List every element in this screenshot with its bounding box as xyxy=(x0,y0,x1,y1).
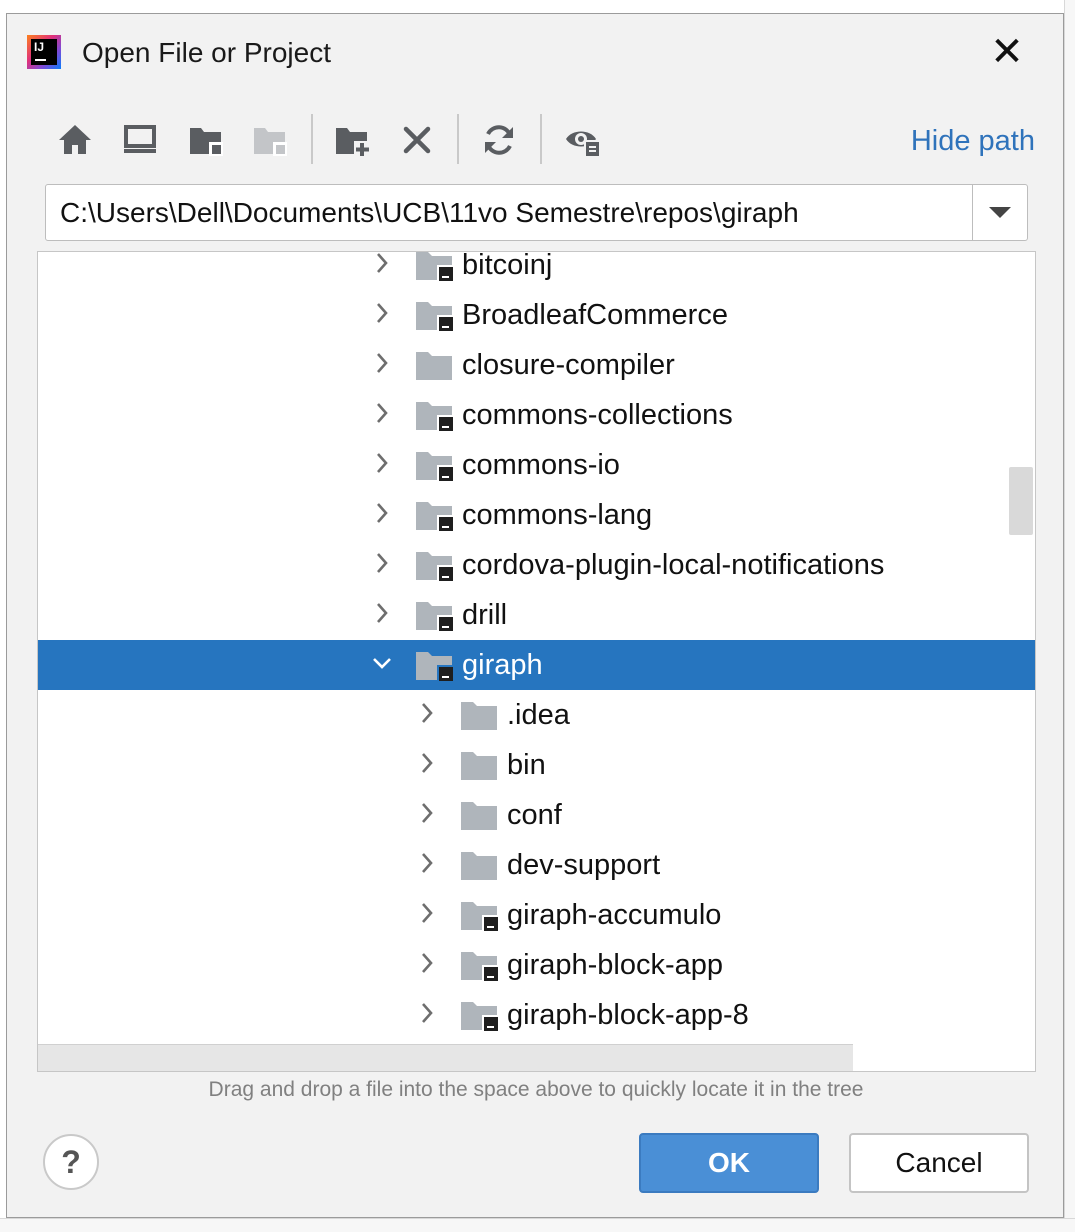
module-folder-icon[interactable] xyxy=(251,120,291,160)
tree-item-label: giraph-block-app-8 xyxy=(507,999,749,1031)
tree-item-label: giraph xyxy=(462,649,543,681)
path-combobox[interactable]: C:\Users\Dell\Documents\UCB\11vo Semestr… xyxy=(45,184,1028,241)
tree-item-label: commons-collections xyxy=(462,399,733,431)
chevron-right-icon[interactable] xyxy=(370,451,394,475)
chevron-right-icon[interactable] xyxy=(370,601,394,625)
chevron-right-icon[interactable] xyxy=(415,951,439,975)
module-folder-icon xyxy=(461,902,500,932)
chevron-right-icon[interactable] xyxy=(415,901,439,925)
background-editor-bottom xyxy=(0,1218,1075,1232)
vertical-scrollbar[interactable] xyxy=(1009,467,1033,535)
tree-row[interactable]: giraph-block-app-8 xyxy=(38,990,1035,1040)
tree-item-label: drill xyxy=(462,599,508,631)
new-folder-icon[interactable] xyxy=(333,120,373,160)
folder-icon xyxy=(461,802,497,830)
tree-row[interactable]: dev-support xyxy=(38,840,1035,890)
ok-button[interactable]: OK xyxy=(639,1133,819,1193)
tree-row[interactable]: giraph xyxy=(38,640,1035,690)
tree-item-label: giraph-block-app xyxy=(507,949,724,981)
module-folder-icon xyxy=(416,502,455,532)
intellij-logo-icon: IJ xyxy=(27,35,61,69)
module-folder-icon xyxy=(416,302,455,332)
desktop-icon[interactable] xyxy=(120,120,160,160)
tree-item-label: bin xyxy=(507,749,546,781)
folder-icon xyxy=(461,752,497,780)
background-editor-edge xyxy=(1064,0,1075,1231)
delete-icon[interactable] xyxy=(397,120,437,160)
chevron-down-icon xyxy=(989,207,1011,218)
tree-row[interactable]: cordova-plugin-local-notifications xyxy=(38,540,1035,590)
chevron-right-icon[interactable] xyxy=(370,251,394,275)
hide-path-link[interactable]: Hide path xyxy=(911,124,1035,158)
tree-item-label: dev-support xyxy=(507,849,661,881)
toolbar: Hide path xyxy=(7,112,1063,168)
tree-row[interactable]: giraph-block-app xyxy=(38,940,1035,990)
open-file-dialog: IJ Open File or Project ✕ Hide path C:\U… xyxy=(6,13,1064,1218)
toolbar-separator xyxy=(457,114,459,164)
tree-row[interactable]: commons-io xyxy=(38,440,1035,490)
tree-row[interactable]: commons-lang xyxy=(38,490,1035,540)
module-folder-icon xyxy=(416,252,455,282)
tree-item-label: bitcoinj xyxy=(462,251,553,281)
chevron-right-icon[interactable] xyxy=(415,751,439,775)
close-icon[interactable]: ✕ xyxy=(985,32,1029,72)
tree-row[interactable]: bitcoinj xyxy=(38,251,1035,290)
module-folder-icon xyxy=(461,1002,500,1032)
help-button[interactable]: ? xyxy=(43,1134,99,1190)
module-folder-icon xyxy=(416,652,455,682)
tree-row[interactable]: giraph-accumulo xyxy=(38,890,1035,940)
cancel-button[interactable]: Cancel xyxy=(849,1133,1029,1193)
drag-drop-hint: Drag and drop a file into the space abov… xyxy=(208,1078,864,1101)
chevron-down-icon[interactable] xyxy=(370,651,394,675)
tree-item-label: BroadleafCommerce xyxy=(462,299,728,331)
chevron-right-icon[interactable] xyxy=(370,351,394,375)
home-icon[interactable] xyxy=(55,120,95,160)
module-folder-icon xyxy=(461,952,500,982)
folder-icon xyxy=(461,702,497,730)
tree-item-label: cordova-plugin-local-notifications xyxy=(462,549,885,581)
chevron-right-icon[interactable] xyxy=(415,701,439,725)
path-input[interactable]: C:\Users\Dell\Documents\UCB\11vo Semestr… xyxy=(60,185,799,240)
chevron-right-icon[interactable] xyxy=(370,301,394,325)
tree-row[interactable]: commons-collections xyxy=(38,390,1035,440)
title-bar: IJ Open File or Project ✕ xyxy=(7,14,1063,92)
module-folder-icon xyxy=(416,452,455,482)
project-folder-icon[interactable] xyxy=(187,120,227,160)
tree-item-label: conf xyxy=(507,799,562,831)
tree-row[interactable]: bin xyxy=(38,740,1035,790)
folder-icon xyxy=(461,852,497,880)
chevron-right-icon[interactable] xyxy=(415,1001,439,1025)
tree-row[interactable]: drill xyxy=(38,590,1035,640)
chevron-right-icon[interactable] xyxy=(415,851,439,875)
chevron-right-icon[interactable] xyxy=(370,551,394,575)
tree-item-label: closure-compiler xyxy=(462,349,675,381)
module-folder-icon xyxy=(416,602,455,632)
folder-icon xyxy=(416,352,452,380)
chevron-right-icon[interactable] xyxy=(370,401,394,425)
tree-row[interactable]: .idea xyxy=(38,690,1035,740)
module-folder-icon xyxy=(416,552,455,582)
tree-row[interactable]: closure-compiler xyxy=(38,340,1035,390)
tree-row[interactable]: conf xyxy=(38,790,1035,840)
module-folder-icon xyxy=(416,402,455,432)
tree-item-label: .idea xyxy=(507,699,570,731)
chevron-right-icon[interactable] xyxy=(415,801,439,825)
dialog-title: Open File or Project xyxy=(82,37,331,68)
chevron-right-icon[interactable] xyxy=(370,501,394,525)
show-hidden-icon[interactable] xyxy=(563,120,603,160)
file-tree[interactable]: giraph-coregiraph-block-app-8giraph-bloc… xyxy=(37,251,1036,1072)
tree-item-label: commons-lang xyxy=(462,499,653,531)
toolbar-separator xyxy=(311,114,313,164)
horizontal-scrollbar[interactable] xyxy=(38,1044,853,1071)
toolbar-separator xyxy=(540,114,542,164)
tree-item-label: giraph-accumulo xyxy=(507,899,722,931)
tree-row[interactable]: BroadleafCommerce xyxy=(38,290,1035,340)
tree-item-label: commons-io xyxy=(462,449,620,481)
path-dropdown-button[interactable] xyxy=(972,185,1027,240)
refresh-icon[interactable] xyxy=(479,120,519,160)
